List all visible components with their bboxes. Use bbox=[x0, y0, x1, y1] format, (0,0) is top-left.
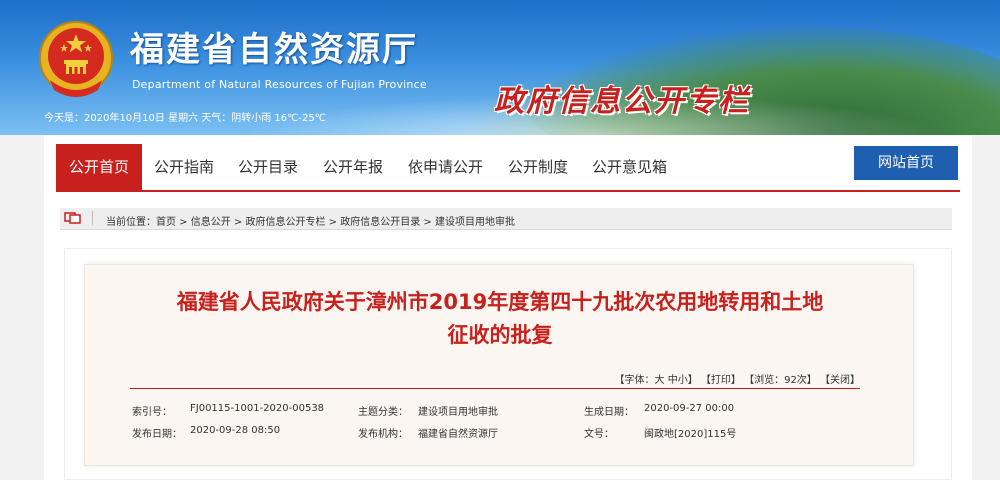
breadcrumb-item-home[interactable]: 首页 bbox=[156, 217, 176, 228]
breadcrumb-item-catalog[interactable]: 政府信息公开目录 bbox=[340, 217, 420, 228]
agency-label: 发布机构： bbox=[358, 429, 408, 440]
font-medium-button[interactable]: 中 bbox=[668, 375, 678, 386]
article-title: 福建省人民政府关于漳州市2019年度第四十九批次农用地转用和土地 征收的批复 bbox=[100, 286, 900, 352]
breadcrumb-item-info-public[interactable]: 信息公开 bbox=[191, 217, 231, 228]
published-value: 2020-09-28 08:50 bbox=[190, 425, 281, 436]
topic-value: 建设项目用地审批 bbox=[418, 407, 498, 418]
font-large-button[interactable]: 大 bbox=[655, 375, 665, 386]
nav-item-annual-report[interactable]: 公开年报 bbox=[323, 144, 383, 190]
date-weather-text: 今天是：2020年10月10日 星期六 天气：阴转小雨 16℃-25℃ bbox=[44, 113, 326, 124]
breadcrumb-item-current[interactable]: 建设项目用地审批 bbox=[435, 217, 515, 228]
topic-label: 主题分类： bbox=[358, 407, 408, 418]
article-title-line2: 征收的批复 bbox=[447, 323, 553, 347]
site-title: 福建省自然资源厅 bbox=[130, 30, 418, 70]
font-size-prefix: 【字体： bbox=[614, 375, 655, 386]
nav-item-public-home[interactable]: 公开首页 bbox=[56, 144, 142, 190]
national-emblem-icon bbox=[39, 21, 113, 97]
nav-item-system[interactable]: 公开制度 bbox=[508, 144, 568, 190]
agency-value: 福建省自然资源厅 bbox=[418, 429, 498, 440]
created-value: 2020-09-27 00:00 bbox=[644, 403, 735, 414]
font-small-button[interactable]: 小 bbox=[678, 375, 688, 386]
breadcrumb-prefix: 当前位置： bbox=[106, 217, 156, 228]
article-title-line1: 福建省人民政府关于漳州市2019年度第四十九批次农用地转用和土地 bbox=[176, 290, 824, 314]
website-home-button[interactable]: 网站首页 bbox=[854, 146, 958, 180]
column-title: 政府信息公开专栏 bbox=[494, 84, 750, 119]
article-tools: 【字体：大 中小】 【打印】 【浏览：92次】 【关闭】 bbox=[614, 375, 860, 386]
nav-item-catalog[interactable]: 公开目录 bbox=[238, 144, 298, 190]
breadcrumb-item-column[interactable]: 政府信息公开专栏 bbox=[246, 217, 326, 228]
view-count: 【浏览：92次】 bbox=[744, 375, 817, 386]
main-nav: 公开首页 公开指南 公开目录 公开年报 依申请公开 公开制度 公开意见箱 bbox=[56, 144, 960, 192]
docno-value: 闽政地[2020]115号 bbox=[644, 429, 737, 440]
breadcrumb-divider bbox=[92, 211, 93, 225]
meta-divider bbox=[130, 388, 860, 389]
site-title-english: Department of Natural Resources of Fujia… bbox=[132, 78, 427, 91]
nav-item-guide[interactable]: 公开指南 bbox=[154, 144, 214, 190]
nav-item-feedback[interactable]: 公开意见箱 bbox=[592, 144, 667, 190]
index-value: FJ00115-1001-2020-00538 bbox=[190, 403, 325, 414]
print-button[interactable]: 【打印】 bbox=[701, 375, 741, 386]
docno-label: 文号： bbox=[584, 429, 614, 440]
index-label: 索引号： bbox=[132, 407, 172, 418]
breadcrumb: 当前位置：首页 > 信息公开 > 政府信息公开专栏 > 政府信息公开目录 > 建… bbox=[106, 217, 515, 228]
location-icon bbox=[64, 212, 81, 224]
close-button[interactable]: 【关闭】 bbox=[820, 375, 860, 386]
published-label: 发布日期： bbox=[132, 429, 182, 440]
created-label: 生成日期： bbox=[584, 407, 634, 418]
nav-item-apply[interactable]: 依申请公开 bbox=[408, 144, 483, 190]
